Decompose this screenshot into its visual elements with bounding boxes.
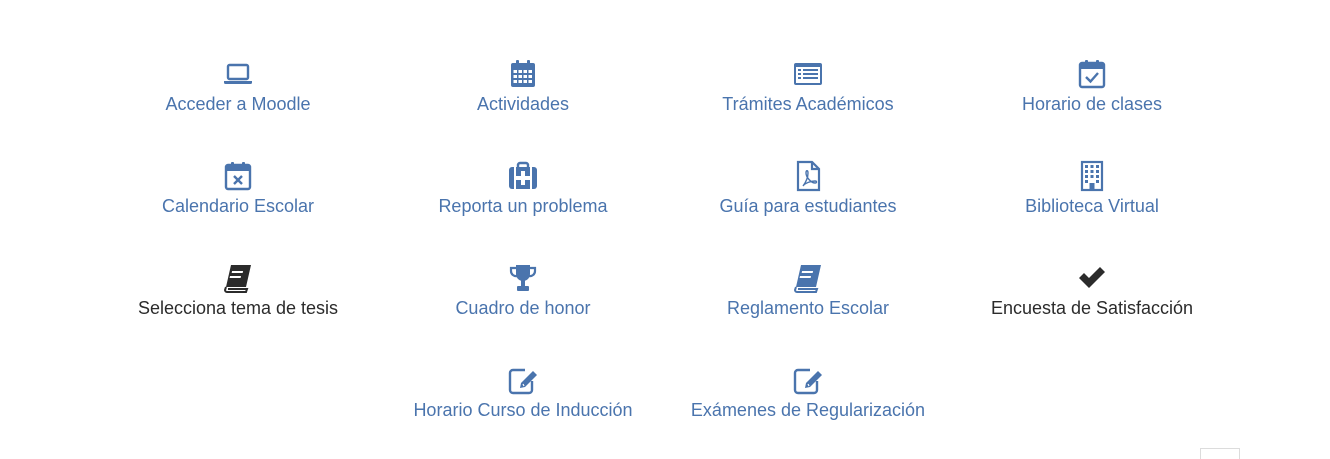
- calendar-x-icon: [222, 160, 254, 192]
- tile-label: Selecciona tema de tesis: [137, 298, 339, 318]
- tile-label: Encuesta de Satisfacción: [990, 298, 1194, 318]
- tile-label: Acceder a Moodle: [165, 94, 311, 114]
- medkit-icon: [507, 160, 539, 192]
- calendar-grid-icon: [507, 58, 539, 90]
- book-icon: [792, 262, 824, 294]
- tile-label: Actividades: [476, 94, 570, 114]
- tile-label: Exámenes de Regularización: [690, 400, 926, 420]
- tile-tema-tesis[interactable]: Selecciona tema de tesis: [98, 262, 378, 320]
- tile-reporta-problema[interactable]: Reporta un problema: [383, 160, 663, 218]
- trophy-icon: [507, 262, 539, 294]
- check-icon: [1076, 262, 1108, 294]
- tile-label: Trámites Académicos: [722, 94, 894, 114]
- tile-label: Guía para estudiantes: [719, 196, 897, 216]
- tile-cuadro-honor[interactable]: Cuadro de honor: [383, 262, 663, 320]
- tile-calendario-escolar[interactable]: Calendario Escolar: [98, 160, 378, 218]
- tile-horario-curso-induccion[interactable]: Horario Curso de Inducción: [383, 364, 663, 422]
- edit-icon: [792, 364, 824, 396]
- tile-label: Calendario Escolar: [161, 196, 315, 216]
- calendar-check-icon: [1076, 58, 1108, 90]
- scroll-to-top-button[interactable]: [1200, 448, 1240, 459]
- tile-horario-clases[interactable]: Horario de clases: [952, 58, 1232, 116]
- book-icon: [222, 262, 254, 294]
- tile-examenes-regularizacion[interactable]: Exámenes de Regularización: [668, 364, 948, 422]
- tile-actividades[interactable]: Actividades: [383, 58, 663, 116]
- edit-icon: [507, 364, 539, 396]
- tile-label: Cuadro de honor: [455, 298, 591, 318]
- tile-label: Biblioteca Virtual: [1025, 196, 1159, 216]
- tile-biblioteca-virtual[interactable]: Biblioteca Virtual: [952, 160, 1232, 218]
- list-alt-icon: [792, 58, 824, 90]
- laptop-icon: [222, 58, 254, 90]
- tile-tramites-academicos[interactable]: Trámites Académicos: [668, 58, 948, 116]
- tile-guia-estudiantes[interactable]: Guía para estudiantes: [668, 160, 948, 218]
- building-icon: [1076, 160, 1108, 192]
- tile-label: Reglamento Escolar: [726, 298, 890, 318]
- tile-label: Horario de clases: [1021, 94, 1163, 114]
- tile-label: Reporta un problema: [438, 196, 608, 216]
- tile-acceder-moodle[interactable]: Acceder a Moodle: [98, 58, 378, 116]
- file-pdf-icon: [792, 160, 824, 192]
- tile-label: Horario Curso de Inducción: [413, 400, 633, 420]
- tile-encuesta-satisfaccion[interactable]: Encuesta de Satisfacción: [952, 262, 1232, 320]
- tile-reglamento-escolar[interactable]: Reglamento Escolar: [668, 262, 948, 320]
